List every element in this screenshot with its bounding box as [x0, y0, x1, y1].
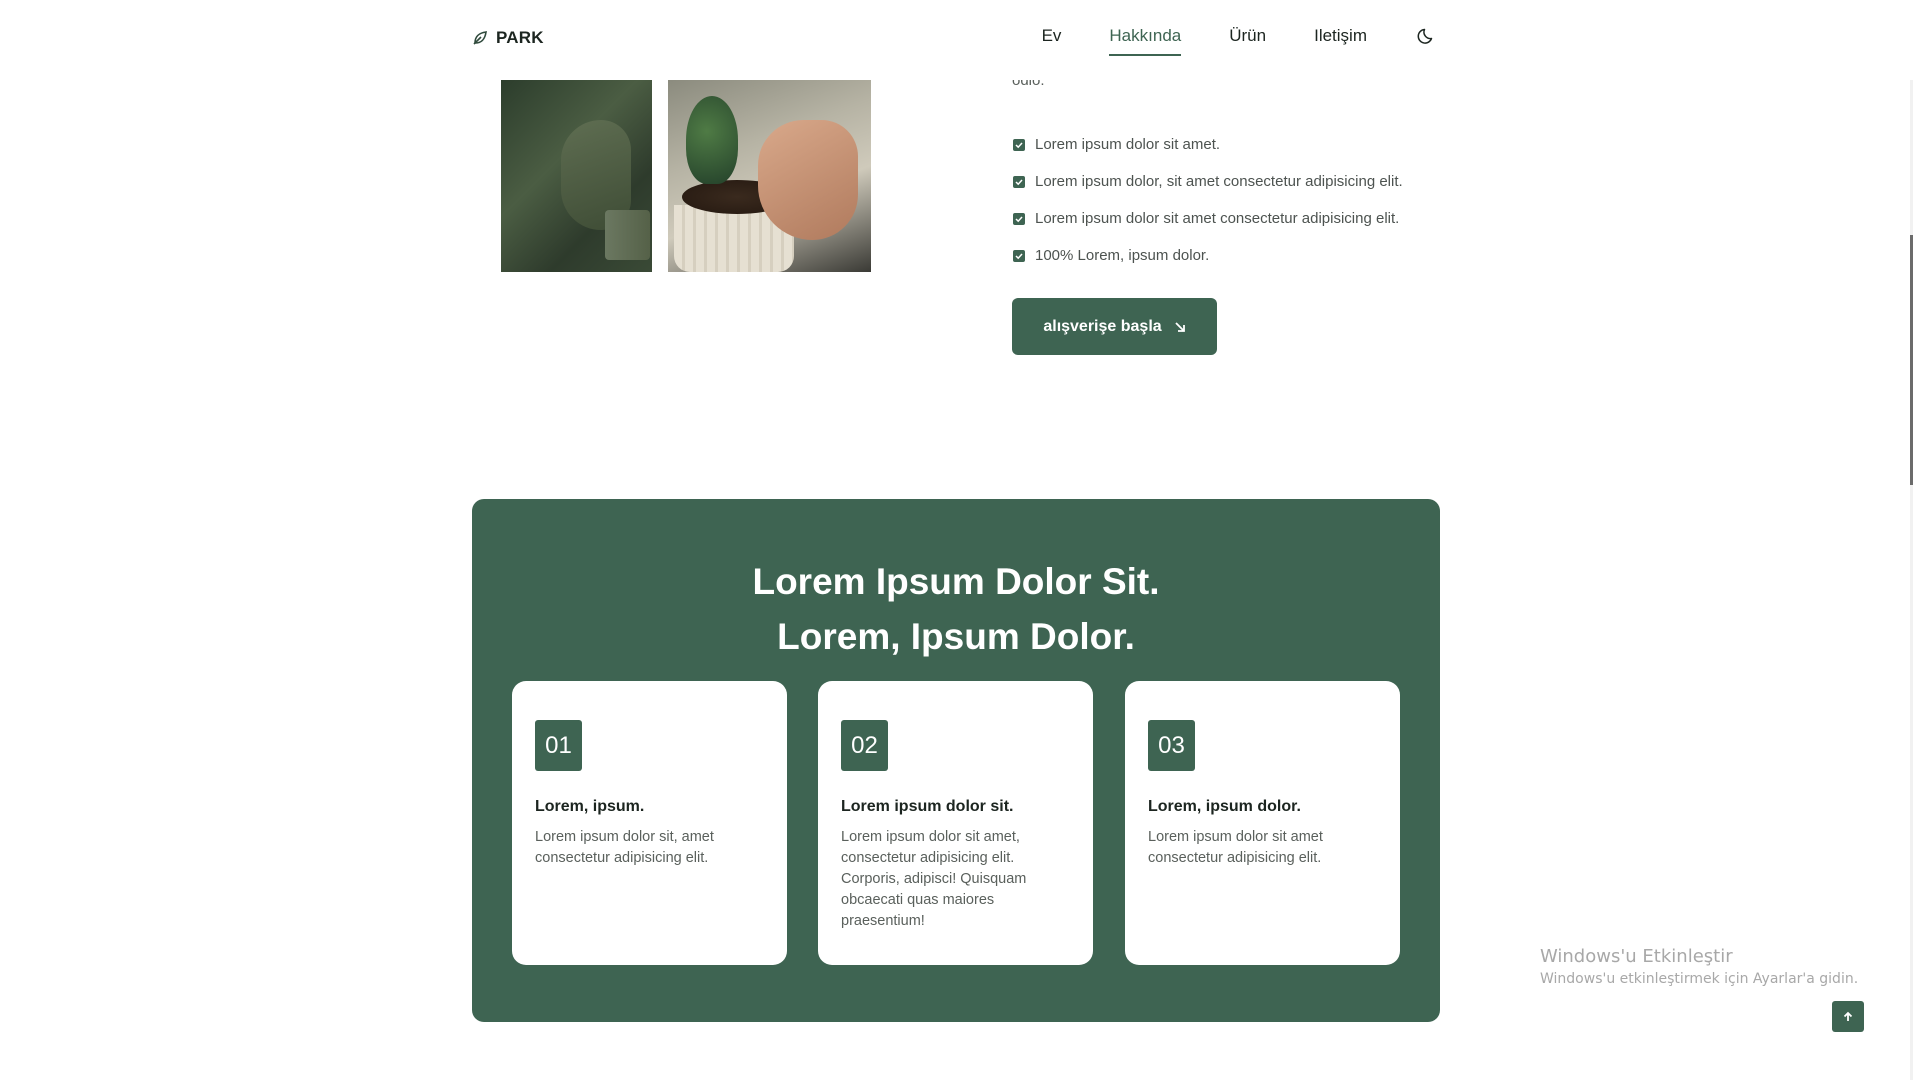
nav-item-ev[interactable]: Ev	[1042, 26, 1062, 58]
start-shopping-label: alışverişe başla	[1043, 317, 1162, 335]
checkbox-icon	[1013, 212, 1025, 225]
steps-section: Lorem Ipsum Dolor Sit. Lorem, Ipsum Dolo…	[472, 499, 1440, 1022]
arrow-up-icon	[1843, 1011, 1853, 1021]
list-item: Lorem ipsum dolor, sit amet consectetur …	[1013, 163, 1403, 200]
scroll-top-button[interactable]	[1832, 1001, 1864, 1032]
feature-checklist: Lorem ipsum dolor sit amet. Lorem ipsum …	[1013, 126, 1403, 274]
step-title: Lorem, ipsum dolor.	[1148, 798, 1301, 815]
step-number: 02	[841, 720, 888, 771]
leaf-icon	[473, 31, 487, 45]
start-shopping-button[interactable]: alışverişe başla	[1012, 298, 1217, 355]
step-number: 01	[535, 720, 582, 771]
logo[interactable]: PARK	[472, 28, 544, 48]
step-text: Lorem ipsum dolor sit amet consectetur a…	[1148, 829, 1323, 866]
windows-activation-watermark: Windows'u Etkinleştir Windows'u etkinleş…	[1540, 946, 1858, 987]
step-text: Lorem ipsum dolor sit amet, consectetur …	[841, 829, 1027, 929]
watermark-title: Windows'u Etkinleştir	[1540, 946, 1733, 967]
gardening-photo-left	[501, 80, 652, 272]
nav-item-urun[interactable]: Ürün	[1229, 26, 1266, 58]
checkbox-icon	[1013, 138, 1025, 151]
site-header: PARK Ev Hakkında Ürün Iletişim	[0, 0, 1913, 80]
step-card-2: 02 Lorem ipsum dolor sit. Lorem ipsum do…	[818, 681, 1093, 965]
list-item-text: Lorem ipsum dolor sit amet consectetur a…	[1035, 210, 1400, 227]
list-item: 100% Lorem, ipsum dolor.	[1013, 237, 1403, 274]
moon-icon[interactable]	[1417, 26, 1437, 46]
list-item-text: Lorem ipsum dolor, sit amet consectetur …	[1035, 173, 1403, 190]
list-item: Lorem ipsum dolor sit amet consectetur a…	[1013, 200, 1403, 237]
step-title: Lorem, ipsum.	[535, 798, 645, 815]
gardening-photo-right	[668, 80, 871, 272]
main-nav: Ev Hakkında Ürün Iletişim	[994, 26, 1437, 58]
section-title-line2: Lorem, Ipsum Dolor.	[777, 616, 1135, 657]
list-item-text: 100% Lorem, ipsum dolor.	[1035, 247, 1210, 264]
arrow-down-right-icon	[1175, 321, 1185, 332]
watermark-subtitle: Windows'u etkinleştirmek için Ayarlar'a …	[1540, 971, 1859, 987]
step-text: Lorem ipsum dolor sit, amet consectetur …	[535, 829, 714, 866]
section-title-line1: Lorem Ipsum Dolor Sit.	[752, 561, 1160, 602]
list-item-text: Lorem ipsum dolor sit amet.	[1035, 136, 1221, 153]
nav-item-iletisim[interactable]: Iletişim	[1314, 26, 1367, 58]
checkbox-icon	[1013, 175, 1025, 188]
brand-name: PARK	[496, 28, 544, 47]
step-card-3: 03 Lorem, ipsum dolor. Lorem ipsum dolor…	[1125, 681, 1400, 965]
list-item: Lorem ipsum dolor sit amet.	[1013, 126, 1403, 163]
checkbox-icon	[1013, 249, 1025, 262]
step-card-1: 01 Lorem, ipsum. Lorem ipsum dolor sit, …	[512, 681, 787, 965]
step-title: Lorem ipsum dolor sit.	[841, 798, 1014, 815]
step-number: 03	[1148, 720, 1195, 771]
nav-item-hakkinda[interactable]: Hakkında	[1109, 26, 1181, 58]
